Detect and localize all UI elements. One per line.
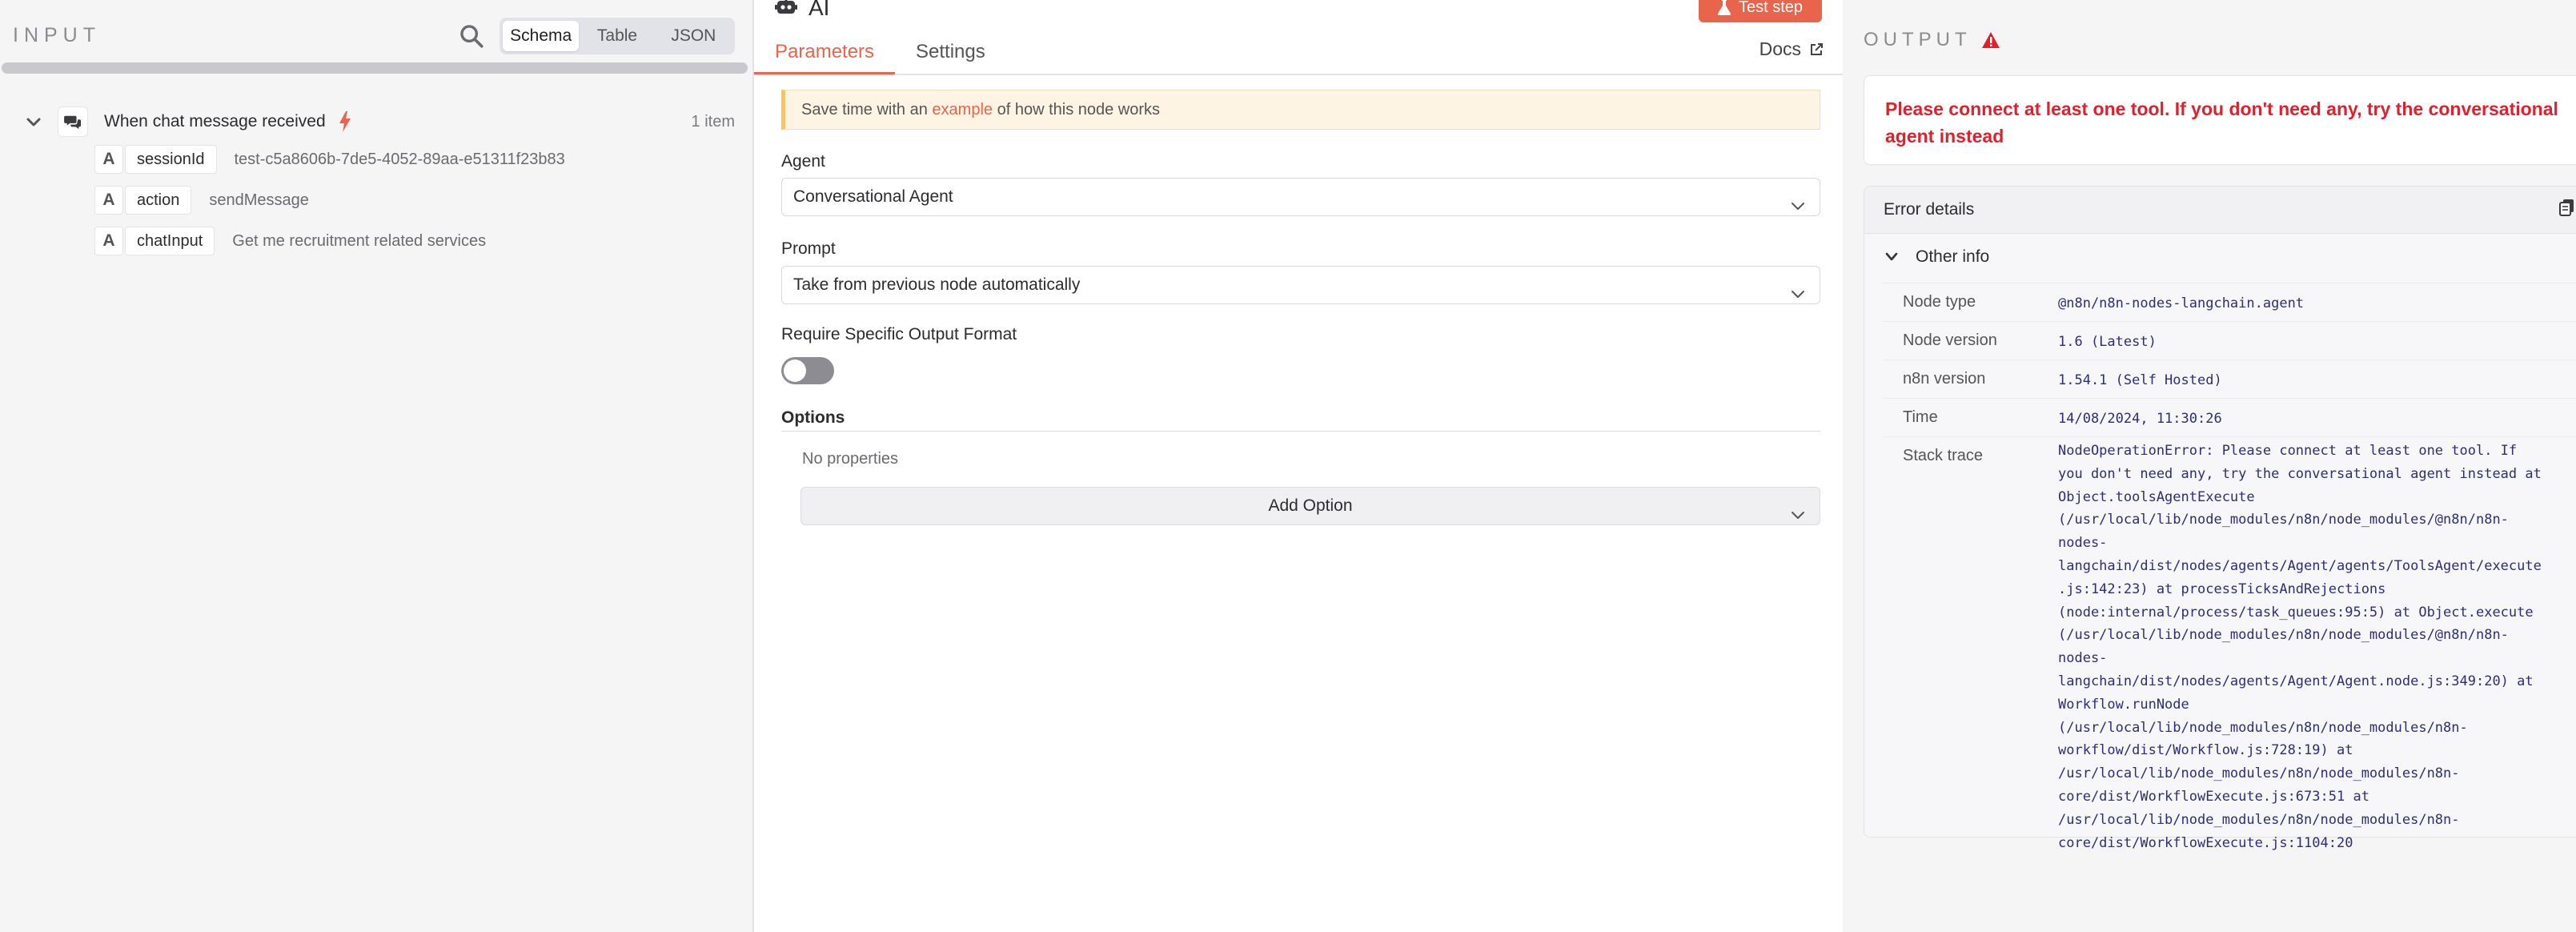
output-format-label: Require Specific Output Format bbox=[781, 325, 1017, 343]
docs-link[interactable]: Docs bbox=[1759, 38, 1824, 60]
prompt-label: Prompt bbox=[781, 239, 836, 258]
field-key[interactable]: action bbox=[125, 186, 192, 215]
horizontal-scrollbar[interactable] bbox=[2, 62, 748, 74]
error-details-header: Error details bbox=[1864, 187, 2576, 234]
error-details-title: Error details bbox=[1884, 200, 1975, 219]
agent-select-value: Conversational Agent bbox=[793, 187, 953, 206]
input-panel: INPUT Schema Table JSON When chat messag… bbox=[0, 0, 754, 932]
string-type-badge: A bbox=[94, 145, 123, 174]
bolt-icon bbox=[339, 111, 351, 132]
no-properties-text: No properties bbox=[802, 450, 899, 468]
string-type-badge: A bbox=[94, 227, 123, 255]
item-count: 1 item bbox=[691, 112, 735, 131]
schema-root-row[interactable]: When chat message received 1 item bbox=[24, 106, 735, 138]
input-title: INPUT bbox=[13, 24, 101, 46]
schema-field-row: A sessionId test-c5a8606b-7de5-4052-89aa… bbox=[94, 144, 565, 175]
field-key[interactable]: chatInput bbox=[125, 227, 215, 255]
detail-value: @n8n/n8n-nodes-langchain.agent bbox=[2058, 295, 2305, 311]
notice-text-suffix: of how this node works bbox=[993, 101, 1161, 119]
root-node-label: When chat message received bbox=[104, 112, 326, 131]
example-link[interactable]: example bbox=[932, 101, 993, 119]
view-json-button[interactable]: JSON bbox=[656, 21, 732, 51]
test-step-button[interactable]: Test step bbox=[1699, 0, 1822, 22]
add-option-button[interactable]: Add Option bbox=[800, 487, 1820, 525]
output-header: OUTPUT bbox=[1864, 29, 2000, 51]
field-value: Get me recruitment related services bbox=[232, 231, 487, 250]
view-schema-button[interactable]: Schema bbox=[503, 21, 580, 51]
toggle-knob bbox=[784, 360, 806, 382]
output-format-toggle[interactable] bbox=[781, 357, 834, 384]
chevron-down-icon bbox=[1789, 499, 1807, 519]
detail-value: 1.54.1 (Self Hosted) bbox=[2058, 372, 2222, 388]
detail-key: n8n version bbox=[1903, 370, 1986, 388]
detail-key: Time bbox=[1903, 408, 1938, 426]
chevron-down-icon bbox=[1789, 278, 1807, 298]
test-step-label: Test step bbox=[1738, 0, 1804, 16]
example-notice: Save time with an example of how this no… bbox=[781, 90, 1820, 130]
field-value: sendMessage bbox=[209, 191, 309, 209]
view-table-button[interactable]: Table bbox=[579, 21, 655, 51]
string-type-badge: A bbox=[94, 186, 123, 215]
stack-trace-text: NodeOperationError: Please connect at le… bbox=[2058, 443, 2542, 851]
external-link-icon bbox=[1809, 42, 1824, 57]
detail-key: Node type bbox=[1903, 293, 1976, 311]
output-title: OUTPUT bbox=[1864, 29, 1972, 50]
detail-key: Stack trace bbox=[1903, 447, 1984, 464]
agent-label: Agent bbox=[781, 152, 825, 171]
schema-field-row: A action sendMessage bbox=[94, 185, 309, 215]
node-header: AI bbox=[775, 0, 829, 21]
warning-icon bbox=[1981, 31, 2000, 49]
options-divider bbox=[781, 431, 1820, 432]
detail-row-node-type: Node type @n8n/n8n-nodes-langchain.agent bbox=[1882, 283, 2576, 322]
detail-row-node-version: Node version 1.6 (Latest) bbox=[1882, 321, 2576, 360]
robot-icon bbox=[775, 0, 797, 21]
field-value: test-c5a8606b-7de5-4052-89aa-e51311f23b8… bbox=[234, 150, 565, 168]
prompt-select[interactable]: Take from previous node automatically bbox=[781, 266, 1820, 304]
view-mode-toggle: Schema Table JSON bbox=[500, 18, 735, 54]
flask-icon bbox=[1717, 0, 1731, 15]
chat-icon bbox=[58, 106, 88, 137]
field-key[interactable]: sessionId bbox=[125, 145, 217, 174]
schema-field-row: A chatInput Get me recruitment related s… bbox=[94, 226, 486, 256]
prompt-select-value: Take from previous node automatically bbox=[793, 275, 1081, 294]
other-info-toggle[interactable]: Other info bbox=[1884, 247, 1989, 267]
error-details-card: Error details Other info Node type @n8n/… bbox=[1864, 186, 2576, 851]
chevron-down-icon[interactable] bbox=[24, 112, 43, 131]
tab-settings[interactable]: Settings bbox=[895, 38, 1006, 72]
output-panel: OUTPUT Please connect at least one tool.… bbox=[1843, 0, 2576, 932]
detail-row-n8n-version: n8n version 1.54.1 (Self Hosted) bbox=[1882, 360, 2576, 399]
add-option-label: Add Option bbox=[1268, 496, 1353, 515]
detail-value: 1.6 (Latest) bbox=[2058, 334, 2157, 350]
options-title: Options bbox=[781, 408, 845, 427]
tab-parameters[interactable]: Parameters bbox=[754, 38, 896, 74]
search-icon[interactable] bbox=[458, 22, 485, 50]
agent-select[interactable]: Conversational Agent bbox=[781, 178, 1820, 216]
node-settings-panel: AI Test step Parameters Settings Docs Sa… bbox=[754, 0, 1844, 932]
detail-value: 14/08/2024, 11:30:26 bbox=[2058, 411, 2222, 427]
chevron-down-icon bbox=[1789, 190, 1807, 210]
node-title[interactable]: AI bbox=[809, 0, 829, 21]
chevron-down-icon bbox=[1884, 250, 1900, 264]
notice-text: Save time with an bbox=[801, 101, 933, 119]
detail-row-time: Time 14/08/2024, 11:30:26 bbox=[1882, 398, 2576, 437]
node-tabs: Parameters Settings bbox=[754, 38, 1843, 75]
error-message-box: Please connect at least one tool. If you… bbox=[1864, 75, 2576, 165]
detail-key: Node version bbox=[1903, 331, 1997, 349]
copy-icon[interactable] bbox=[2558, 198, 2576, 220]
error-message: Please connect at least one tool. If you… bbox=[1885, 98, 2558, 147]
docs-label: Docs bbox=[1759, 38, 1801, 59]
other-info-label: Other info bbox=[1916, 247, 1990, 266]
